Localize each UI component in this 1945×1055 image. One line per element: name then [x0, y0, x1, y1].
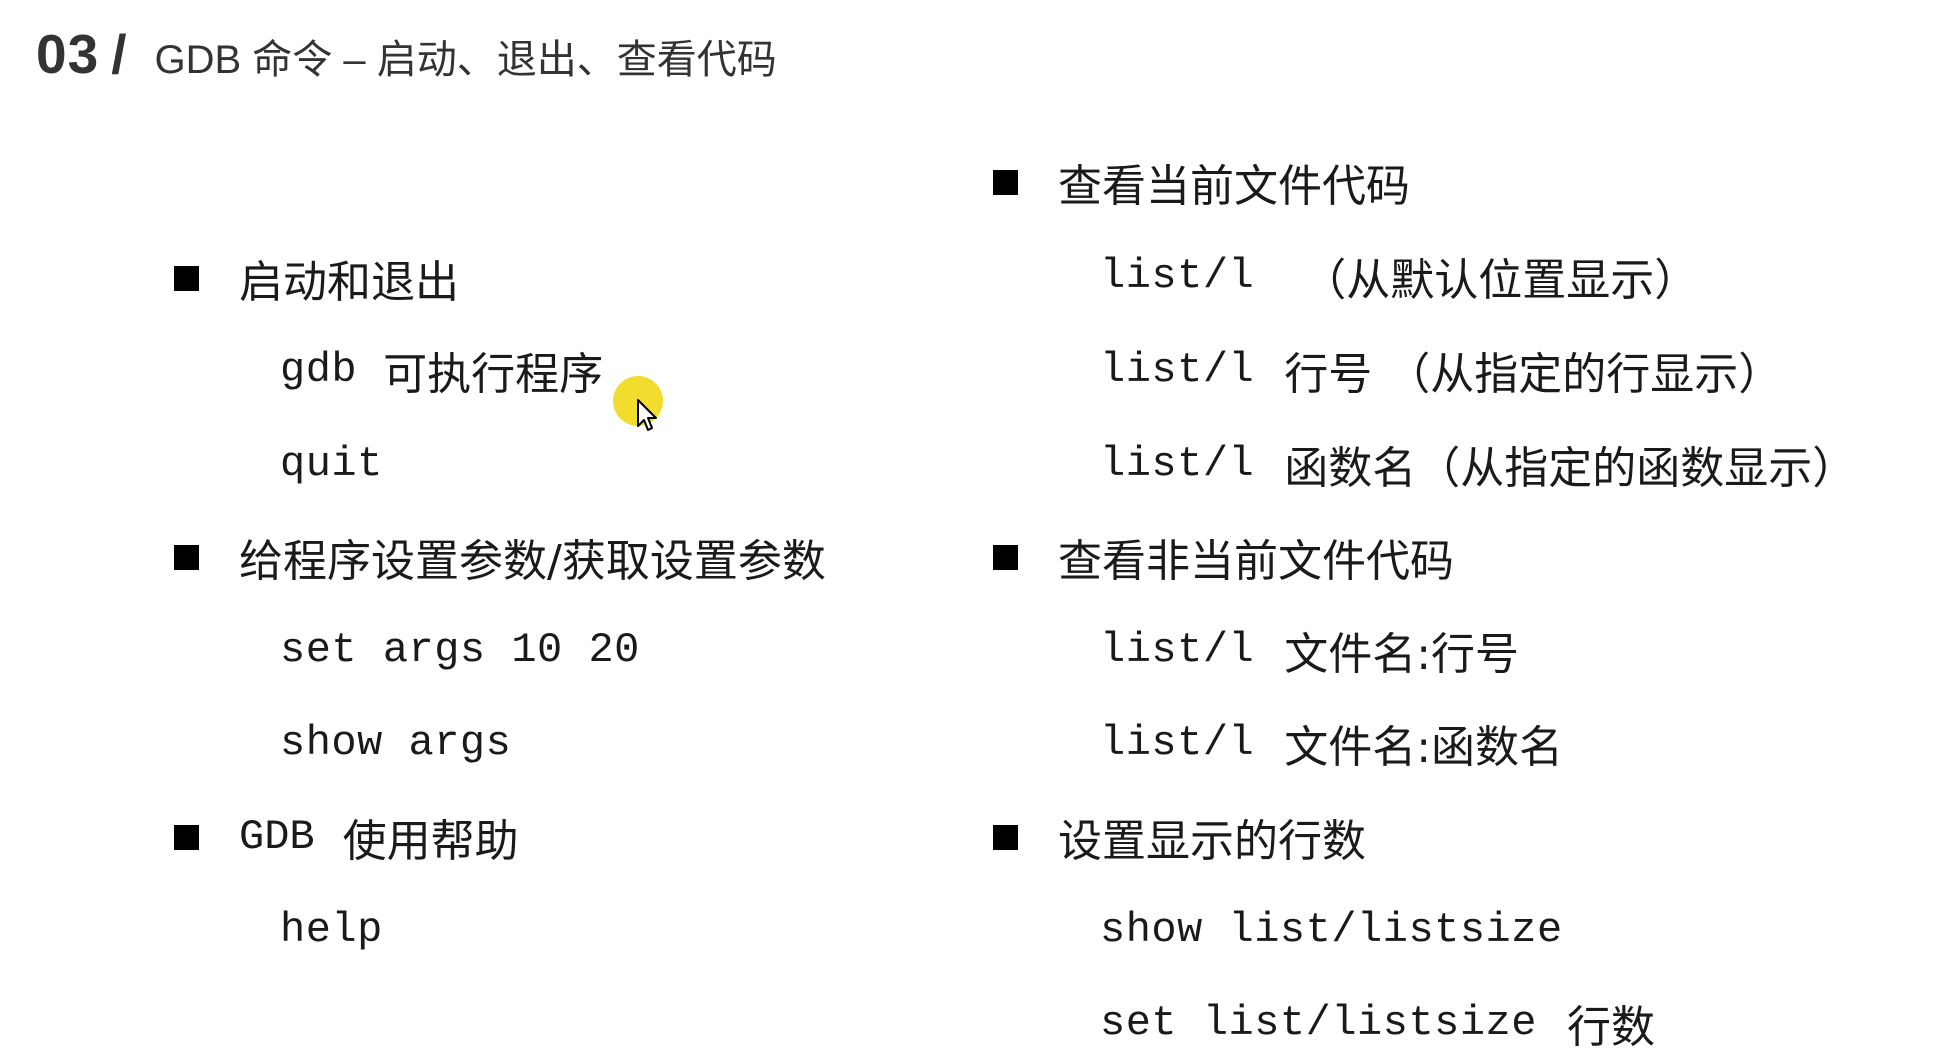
bullet-icon [993, 169, 1018, 195]
bullet-icon [993, 824, 1018, 850]
heading-text: 给程序设置参数/获取设置参数 [239, 536, 826, 587]
section-heading-listsize: 设置显示的行数 [993, 807, 1366, 867]
command-description: （从默认位置显示） [1302, 255, 1699, 306]
command-description: 文件名:函数名 [1284, 722, 1564, 773]
command-line: list/l 函数名（从指定的函数显示） [1100, 434, 1856, 494]
slide-title: GDB 命令 – 启动、退出、查看代码 [154, 38, 777, 82]
command-code: list/l [1100, 719, 1255, 767]
section-heading-args: 给程序设置参数/获取设置参数 [174, 527, 826, 587]
section-heading-list-other: 查看非当前文件代码 [993, 527, 1454, 587]
bullet-icon [174, 265, 199, 291]
bullet-icon [174, 824, 199, 850]
command-line: show list/listsize [1100, 900, 1563, 960]
heading-text: 查看非当前文件代码 [1058, 536, 1454, 587]
command-line: list/l （从默认位置显示） [1100, 246, 1698, 306]
heading-text: 使用帮助 [342, 816, 519, 867]
command-description: 行号 （从指定的行显示） [1284, 349, 1783, 400]
heading-text: 启动和退出 [239, 257, 459, 308]
heading-text: 设置显示的行数 [1058, 816, 1366, 867]
command-code: set list/listsize [1100, 999, 1537, 1047]
bullet-icon [174, 544, 199, 570]
section-slash: / [111, 23, 127, 85]
command-code: set args 10 20 [280, 626, 640, 674]
command-code: gdb [280, 346, 358, 394]
command-code: show args [280, 719, 512, 767]
command-code: show list/listsize [1100, 906, 1563, 954]
command-description: 文件名:行号 [1284, 629, 1520, 680]
command-line: set list/listsize 行数 [1100, 993, 1655, 1053]
command-line: list/l 行号 （从指定的行显示） [1100, 340, 1782, 400]
bullet-icon [993, 544, 1018, 570]
command-line: show args [280, 713, 511, 773]
section-heading-help: GDB 使用帮助 [174, 807, 519, 867]
command-line: quit [280, 434, 383, 494]
command-line: set args 10 20 [280, 620, 640, 680]
heading-text: 查看当前文件代码 [1058, 161, 1410, 212]
mouse-pointer-icon [637, 399, 657, 431]
command-line: list/l 文件名:函数名 [1100, 713, 1563, 773]
command-code: list/l [1100, 346, 1255, 394]
section-heading-list-current: 查看当前文件代码 [993, 152, 1410, 212]
slide-header: 03 / GDB 命令 – 启动、退出、查看代码 [36, 22, 777, 92]
command-code: quit [280, 440, 383, 488]
command-code: list/l [1100, 252, 1255, 300]
section-number: 03 [36, 23, 100, 85]
command-line: gdb 可执行程序 [280, 340, 603, 400]
command-line: help [280, 900, 383, 960]
heading-code: GDB [239, 813, 315, 861]
command-code: help [280, 906, 383, 954]
command-line: list/l 文件名:行号 [1100, 620, 1519, 680]
command-description: 函数名（从指定的函数显示） [1284, 443, 1857, 494]
command-code: list/l [1100, 626, 1255, 674]
command-description: 行数 [1566, 1002, 1655, 1053]
command-code: list/l [1100, 440, 1255, 488]
command-description: 可执行程序 [383, 349, 604, 400]
section-heading-start-quit: 启动和退出 [174, 248, 459, 308]
